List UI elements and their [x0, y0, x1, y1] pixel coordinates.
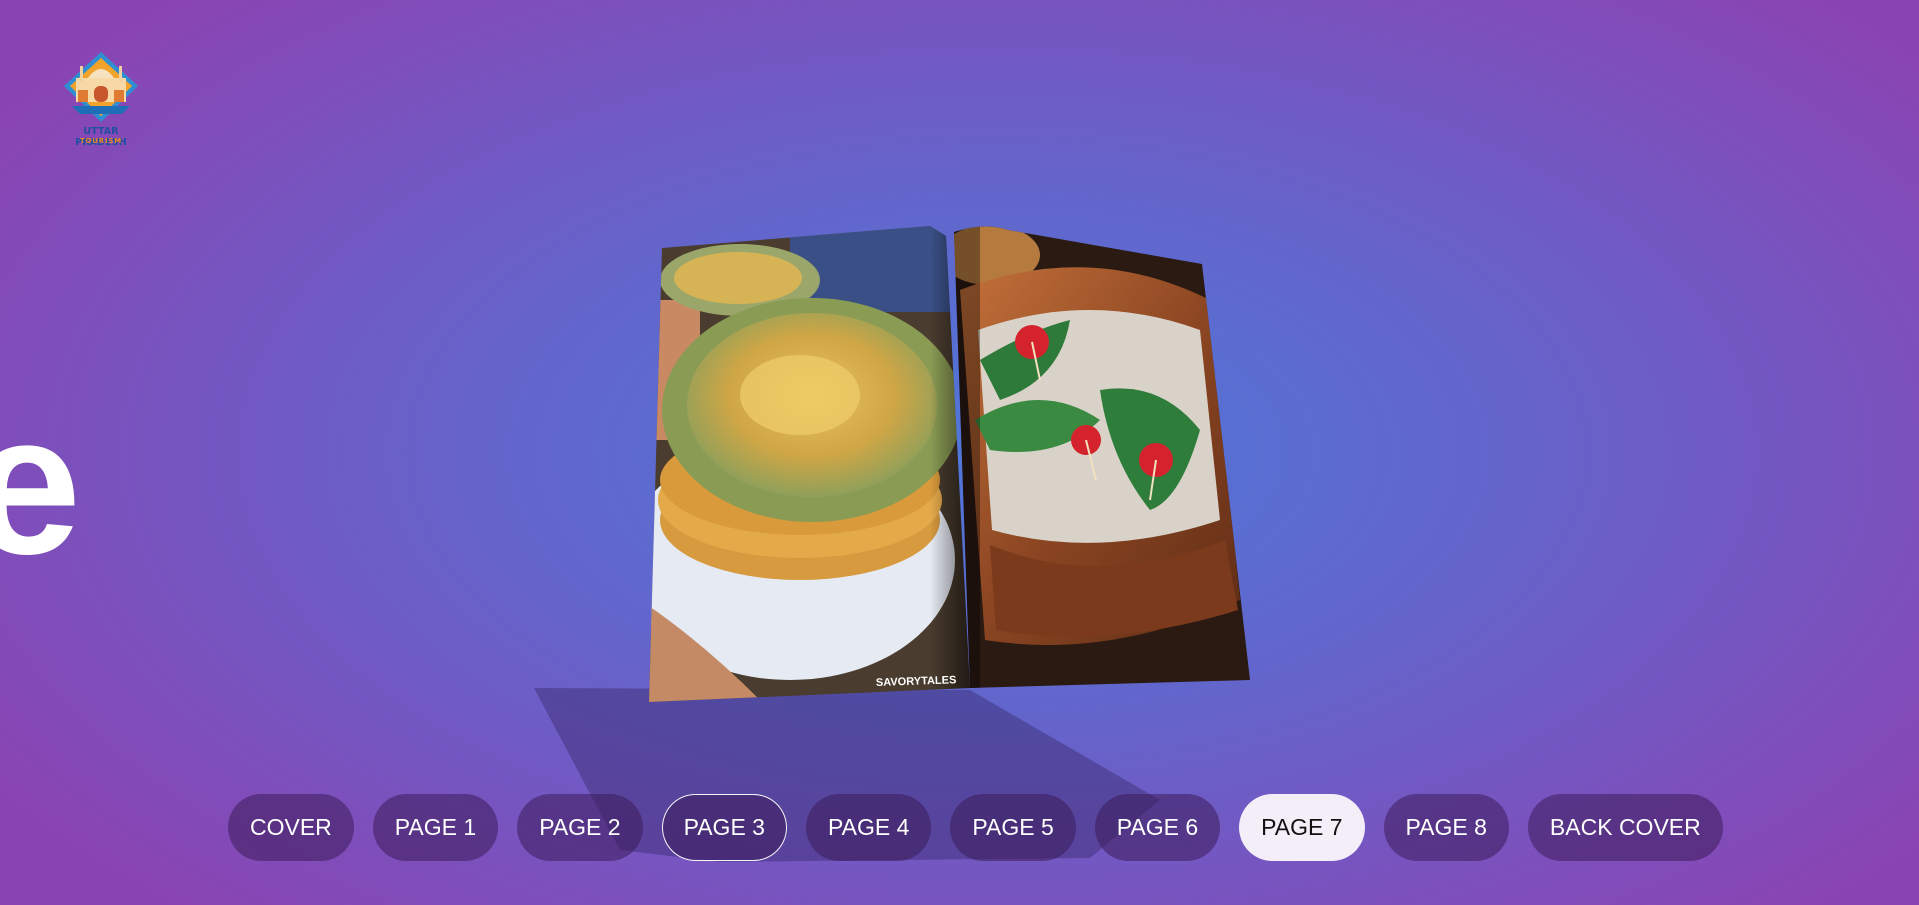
nav-page-8-button[interactable]: PAGE 8: [1383, 794, 1509, 861]
nav-page-1-button[interactable]: PAGE 1: [372, 794, 499, 861]
nav-page-3-button[interactable]: PAGE 3: [661, 794, 787, 861]
flipbook[interactable]: SAVORYTALES: [0, 0, 1919, 905]
nav-back-cover-button[interactable]: BACK COVER: [1527, 794, 1723, 861]
nav-page-5-button[interactable]: PAGE 5: [950, 794, 1076, 861]
nav-cover-button[interactable]: COVER: [228, 794, 354, 861]
nav-page-6-button[interactable]: PAGE 6: [1094, 794, 1221, 861]
page-navigation: COVER PAGE 1 PAGE 2 PAGE 3 PAGE 4 PAGE 5…: [228, 794, 1723, 861]
nav-page-7-button[interactable]: PAGE 7: [1239, 794, 1365, 861]
nav-page-4-button[interactable]: PAGE 4: [805, 794, 932, 861]
left-page[interactable]: [625, 220, 980, 710]
nav-page-2-button[interactable]: PAGE 2: [517, 794, 643, 861]
right-page[interactable]: [940, 220, 1260, 700]
